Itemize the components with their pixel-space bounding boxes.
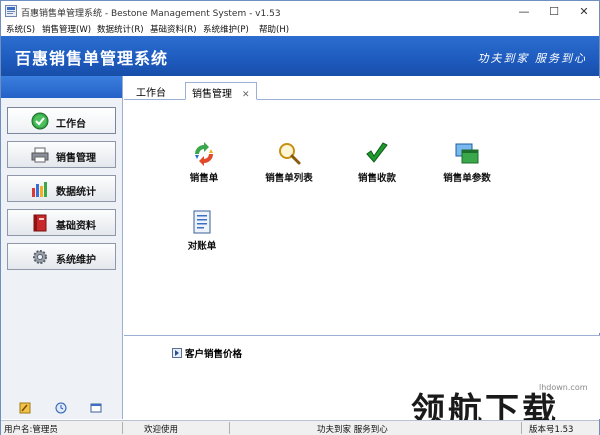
function-label: 销售单 [189,173,219,184]
status-bar: 用户名:管理员 欢迎使用 功夫到家 服务到心 版本号1.53 [1,420,599,435]
check-circle-icon [31,112,49,130]
sidebar-item-statistics[interactable]: 数据统计 [7,175,116,202]
function-label: 销售单列表 [265,173,313,184]
sidebar-item-maintenance[interactable]: 系统维护 [7,243,116,270]
tab-bar: 工作台 销售管理 ✕ [124,78,600,100]
app-banner: 百惠销售单管理系统 功夫到家 服务到心 [1,36,599,76]
title-bar: 百惠销售单管理系统 - Bestone Management System - … [1,1,599,21]
app-icon [5,5,17,17]
sidebar-item-label: 基础资料 [56,221,96,232]
document-icon [193,210,211,234]
sidebar-item-basic-data[interactable]: 基础资料 [7,209,116,236]
gear-icon [33,250,47,264]
sidebar-item-label: 数据统计 [56,187,96,198]
menu-maintenance[interactable]: 系统维护(P) [203,23,249,35]
sidebar: 工作台 销售管理 数据统计 基础资料 系统维护 [1,76,123,419]
sidebar-item-label: 系统维护 [56,255,96,266]
sidebar-item-workbench[interactable]: 工作台 [7,107,116,134]
lower-item-label: 客户销售价格 [185,349,243,360]
function-panel: 销售单 销售单列表 销售收款 销售单参数 对账单 [124,100,600,333]
function-sales-parameters[interactable]: 销售单参数 [427,142,507,184]
status-user: 用户名:管理员 [4,425,58,435]
menu-help[interactable]: 帮助(H) [259,23,289,35]
status-version: 版本号1.53 [529,425,574,435]
arrow-right-icon [172,348,182,358]
function-sales-order[interactable]: 销售单 [164,142,244,184]
banner-title: 百惠销售单管理系统 [15,49,169,68]
bar-chart-icon [32,182,47,197]
customer-sales-price-link[interactable]: 客户销售价格 [172,346,242,360]
minimize-button[interactable]: — [509,1,539,21]
sidebar-item-label: 工作台 [56,119,86,130]
windows-stack-icon [455,143,479,164]
menu-bar: 系统(S) 销售管理(W) 数据统计(R) 基础资料(R) 系统维护(P) 帮助… [1,21,599,36]
printer-icon [31,147,49,163]
sidebar-header [1,76,122,98]
status-divider [122,422,123,434]
function-sales-order-list[interactable]: 销售单列表 [249,142,329,184]
window-title: 百惠销售单管理系统 - Bestone Management System - … [21,9,281,19]
close-icon: ✕ [579,4,589,18]
menu-sales[interactable]: 销售管理(W) [42,23,91,35]
window-icon[interactable] [90,402,102,414]
tab-label: 工作台 [136,88,166,99]
tab-label: 销售管理 [192,89,232,100]
menu-statistics[interactable]: 数据统计(R) [97,23,144,35]
edit-icon[interactable] [19,402,31,414]
tab-workbench[interactable]: 工作台 [130,82,172,100]
maximize-button[interactable]: ☐ [539,1,569,21]
status-divider [521,422,522,434]
function-sales-receipt[interactable]: 销售收款 [337,142,417,184]
menu-basic-data[interactable]: 基础资料(R) [150,23,197,35]
banner-slogan: 功夫到家 服务到心 [477,52,587,65]
menu-system[interactable]: 系统(S) [6,23,35,35]
clock-icon[interactable] [55,402,67,414]
function-label: 对账单 [187,241,217,252]
function-statement[interactable]: 对账单 [162,210,242,252]
magnifier-icon [279,143,301,165]
minimize-icon: — [518,4,530,18]
status-slogan: 功夫到家 服务到心 [317,425,388,435]
book-icon [33,214,47,232]
app-window: 百惠销售单管理系统 - Bestone Management System - … [0,0,600,435]
checkmark-icon [366,142,388,163]
close-button[interactable]: ✕ [569,1,599,21]
tab-sales-management[interactable]: 销售管理 ✕ [185,82,257,100]
status-divider [229,422,230,434]
function-label: 销售收款 [357,173,396,184]
status-welcome: 欢迎使用 [144,425,179,435]
recycle-arrows-icon [195,142,213,166]
tab-close-icon[interactable]: ✕ [242,90,250,100]
sidebar-item-sales[interactable]: 销售管理 [7,141,116,168]
sidebar-item-label: 销售管理 [56,153,96,164]
maximize-icon: ☐ [549,4,559,18]
function-label: 销售单参数 [443,173,491,184]
